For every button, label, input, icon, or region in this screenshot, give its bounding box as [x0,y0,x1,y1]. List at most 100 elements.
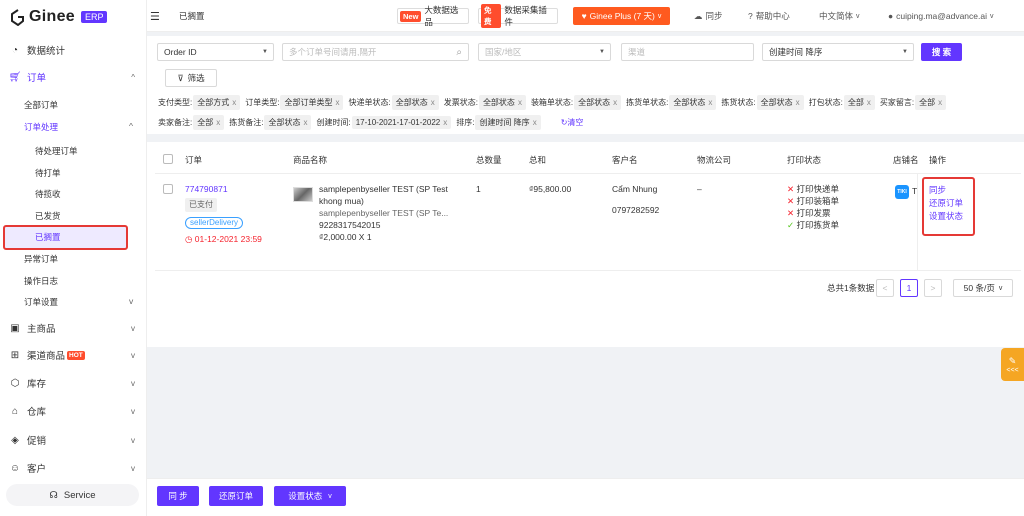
filter-button[interactable]: ⊽ 筛选 [165,69,217,87]
ginee-plus-button[interactable]: ♥ Ginee Plus (7 天) v [573,7,670,25]
bulk-restore-button[interactable]: 还原订单 [209,486,263,506]
close-icon[interactable]: x [216,118,220,127]
filter-chip[interactable]: 全部状态 x [264,114,312,130]
language-select[interactable]: 中文简体 v [819,0,860,32]
sidebar-item-inventory[interactable]: ⬡ 库存 v [0,375,147,391]
sidebar-sub-order-process[interactable]: 订单处理 [24,121,58,133]
search-type-select[interactable]: Order ID ▼ [157,43,274,61]
chip-value: 全部订单类型 [284,97,333,107]
sidebar-item-stats[interactable]: ◔ 数据统计 [0,42,147,58]
search-button[interactable]: 搜 索 [921,43,962,61]
sidebar-sub-shipped[interactable]: 已发货 [35,210,61,222]
sidebar-sub-on-hold[interactable]: 已搁置 [35,231,61,243]
filter-chip[interactable]: 全部订单类型 x [280,94,344,110]
sidebar-sub-all-orders[interactable]: 全部订单 [24,99,58,111]
help-center-link[interactable]: ? 帮助中心 [748,0,790,32]
sidebar-item-orders[interactable]: 🛒︎ 订单 ^ [0,69,147,85]
customer-phone: 0797282592 [612,205,660,215]
close-icon[interactable]: x [232,98,236,107]
selected-item-highlight [3,225,128,250]
sidebar-sub-abnormal[interactable]: 异常订单 [24,253,58,265]
erp-badge: ERP [80,11,108,23]
sidebar-sub-order-settings[interactable]: 订单设置 [24,296,58,308]
prev-page-button[interactable]: < [876,279,894,297]
sidebar-sub-to-print[interactable]: 待打单 [35,167,61,179]
chip-label: 拣货备注: [229,117,264,127]
brand-name: Ginee [29,8,75,25]
col-header-product: 商品名称 [293,155,328,165]
close-icon[interactable]: x [335,98,339,107]
sidebar-item-customers[interactable]: ☺ 客户 v [0,460,147,476]
floating-helper-button[interactable]: ✎ <<< [1001,348,1024,381]
logistics-company: – [697,184,702,194]
close-icon[interactable]: x [938,98,942,107]
filter-chip[interactable]: 全部状态 x [478,94,526,110]
orders-table: 订单 商品名称 总数量 总和 客户名 物流公司 打印状态 店铺名 操作 7747… [147,142,1024,347]
filter-chip[interactable]: 17-10-2021-17-01-2022 x [351,115,452,129]
chevron-down-icon: v [131,463,135,473]
filter-chip[interactable]: 全部状态 x [391,94,439,110]
close-icon[interactable]: x [443,118,447,127]
order-id-link[interactable]: 774790871 [185,183,228,195]
sidebar-item-warehouse[interactable]: ⌂ 仓库 v [0,403,147,419]
menu-toggle-icon[interactable]: ☰ [150,0,160,32]
sidebar-sub-oplog[interactable]: 操作日志 [24,275,58,287]
sidebar-item-label: 库存 [27,379,47,390]
close-icon[interactable]: x [708,98,712,107]
filter-chip[interactable]: 全部状态 x [574,94,622,110]
page-size-select[interactable]: 50 条/页 v [953,279,1013,297]
col-header-actions: 操作 [929,155,947,165]
country-select[interactable]: 国家/地区 ▼ [478,43,611,61]
sync-action-link[interactable]: 同步 [929,184,963,197]
bag-icon: ▣ [10,322,20,334]
sidebar-sub-pending[interactable]: 待处理订单 [35,145,78,157]
filter-chip[interactable]: 全部 x [915,94,947,110]
set-status-link[interactable]: 设置状态 [929,210,963,223]
col-header-logistics: 物流公司 [697,155,732,165]
print-label: 打印发票 [796,208,831,218]
promo-plugin-button[interactable]: 免费 数据采集插件 [478,4,558,28]
service-button[interactable]: ☊ Service [6,484,139,506]
product-thumbnail[interactable] [293,187,313,202]
restore-order-link[interactable]: 还原订单 [929,197,963,210]
select-all-checkbox[interactable] [163,154,173,164]
page-number-button[interactable]: 1 [900,279,918,297]
order-id[interactable]: 774790871 [185,184,228,194]
chevron-down-icon: v [328,492,332,500]
bulk-sync-button[interactable]: 同 步 [157,486,199,506]
close-icon[interactable]: x [533,118,537,127]
close-icon[interactable]: x [867,98,871,107]
close-icon[interactable]: x [613,98,617,107]
sidebar-item-promotion[interactable]: ◈ 促销 v [0,432,147,448]
filter-chip[interactable]: 全部状态 x [669,94,717,110]
page-size-value: 50 条/页 [963,283,995,293]
bulk-set-status-button[interactable]: 设置状态 v [274,486,346,506]
chevron-down-icon: v [998,284,1003,292]
total-count: 总共1条数据 [827,283,875,293]
channel-select[interactable]: 渠道 [621,43,754,61]
filter-chip[interactable]: 创建时间 降序 x [475,114,541,130]
filter-chip[interactable]: 全部 x [843,94,875,110]
sidebar-sub-to-pickup[interactable]: 待揽收 [35,188,61,200]
cart-icon: 🛒︎ [8,71,22,83]
filter-chip[interactable]: 全部 x [193,114,225,130]
filter-chip[interactable]: 全部方式 x [193,94,241,110]
plus-label: Ginee Plus (7 天) [589,11,655,21]
order-search-input[interactable]: 多个订单号间请用,隔开 ⌕ [282,43,469,61]
filter-chip[interactable]: 全部状态 x [756,94,804,110]
next-page-button[interactable]: > [924,279,942,297]
row-checkbox[interactable] [163,184,173,194]
sync-link[interactable]: ☁ 同步 [694,0,723,32]
sort-select[interactable]: 创建时间 降序 ▼ [762,43,914,61]
sidebar-item-channel-products[interactable]: ⊞ 渠道商品 HOT v [0,347,147,363]
user-menu[interactable]: ● cuiping.ma@advance.ai v [888,0,994,32]
close-icon[interactable]: x [303,118,307,127]
close-icon[interactable]: x [518,98,522,107]
logo[interactable]: Ginee ERP [10,8,108,26]
close-icon[interactable]: x [796,98,800,107]
sidebar-item-products[interactable]: ▣ 主商品 v [0,320,147,336]
print-status-list: ✕ 打印快递单 ✕ 打印装箱单 ✕ 打印发票 ✓ 打印拣货单 [787,183,839,231]
promo-bigdata-button[interactable]: New 大数据选品 [397,5,469,27]
clear-filters-link[interactable]: ↻清空 [561,117,584,128]
close-icon[interactable]: x [431,98,435,107]
